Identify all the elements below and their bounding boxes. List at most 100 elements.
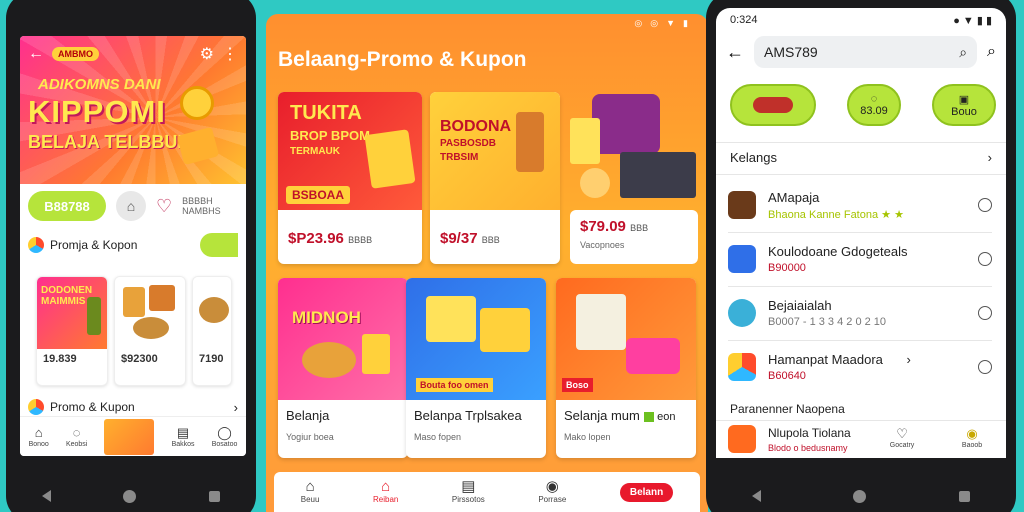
card-label: Belanpa Trplsakea	[414, 408, 522, 423]
list-item[interactable]: AMapaja Bhaona Kanne Fatona ★ ★	[728, 180, 992, 230]
promo-card[interactable]: TUKITA BROP BPOM TERMAUK BSBOAA $P23.96 …	[278, 92, 422, 264]
heart-icon: ♡	[896, 426, 908, 441]
product-box-image	[426, 296, 476, 342]
card-subtitle: Mako lopen	[564, 432, 611, 442]
nav-home-icon[interactable]	[853, 489, 867, 503]
user-icon: ◯	[217, 424, 232, 440]
filter-pill[interactable]: ◌ 83.09	[847, 84, 901, 126]
card-price: $P23.96 BBBB	[288, 230, 373, 247]
nav-recent-icon[interactable]	[958, 490, 970, 502]
banner-line3: BELAJA TELBBUK	[28, 132, 191, 152]
promo-card[interactable]: MIDNOH Belanja Yogiur boea	[278, 278, 408, 458]
home-icon: ⌂	[34, 424, 43, 440]
tab-home[interactable]: ⌂ Beuu	[301, 479, 320, 504]
center-app-panel: ◎ ◎ ▼ ▮ Belaang-Promo & Kupon TUKITA BROP B…	[266, 14, 708, 512]
basket-icon[interactable]: ⌂	[116, 191, 146, 221]
brand-logo: AMBMO	[52, 47, 99, 61]
promo-card[interactable]: Bouta foo omen Belanpa Trplsakea Maso fo…	[406, 278, 546, 458]
section-title: Kelangs	[730, 150, 777, 165]
card-subtitle: Maso fopen	[414, 432, 462, 442]
card-image-text: TUKITA	[290, 102, 362, 124]
list-item[interactable]: Koulodoane Gdogeteals B90000	[728, 234, 992, 284]
list-item[interactable]: Hamanpat Maadora › B60640	[728, 342, 992, 392]
chevron-right-icon[interactable]: ›	[988, 150, 992, 165]
tab-notes[interactable]: ▤ Bakkos	[172, 426, 195, 448]
chat-icon[interactable]	[978, 360, 992, 374]
tab-coupon[interactable]	[104, 418, 155, 455]
promo-card[interactable]: BODONA PASBOSDB TRBSIM $9/37 BBB	[430, 92, 560, 264]
bottom-tab-bar: ⌂ Beuu ⌂ Reiban ▤ Pirssotos ◉ Porrase Belann	[274, 472, 700, 512]
footer-title: Paranenner Naopena	[730, 402, 845, 416]
product-pack-image	[364, 129, 416, 189]
card-image-text: BROP BPOM	[290, 128, 370, 143]
card-image-text: MIDNOH	[292, 308, 361, 327]
search-input[interactable]: AMS789 ⌕	[754, 36, 978, 68]
banner-line1: ADIKOMNS DANI	[38, 76, 161, 93]
filter-pill[interactable]	[730, 84, 816, 126]
promo-pill-button[interactable]: Belann	[619, 482, 674, 502]
list-icon: ▤	[461, 478, 476, 495]
tab-list[interactable]: ▤ Pirssotos	[452, 478, 485, 504]
chevron-right-icon: ›	[906, 352, 911, 367]
card-price: $79.09 BBB	[580, 218, 649, 235]
coin-icon	[180, 86, 214, 120]
nav-back-icon[interactable]	[752, 490, 762, 502]
nav-back-icon[interactable]	[42, 490, 52, 502]
heart-icon[interactable]: ♡	[156, 196, 172, 217]
promo-card[interactable]: $79.09 BBB Vacopnoes	[570, 92, 698, 264]
nav-home-icon[interactable]	[123, 489, 137, 503]
search-icon[interactable]: ⌕	[959, 44, 967, 61]
chat-icon: ◌	[870, 93, 878, 105]
chat-icon[interactable]	[978, 198, 992, 212]
meat-icon	[753, 97, 793, 113]
search-icon[interactable]: ⌕	[987, 43, 996, 61]
card-label: Selanja mum eon	[564, 408, 676, 423]
side-text: BBBBH NAMBHS	[182, 196, 221, 216]
section-title: Promo & Kupon	[50, 400, 135, 414]
tab-chat[interactable]: ◉ Porrase	[538, 479, 566, 504]
chat-icon[interactable]	[978, 306, 992, 320]
promo-card[interactable]: Boso Selanja mum eon Mako lopen	[556, 278, 696, 458]
category-icon	[28, 399, 44, 415]
promo-banner[interactable]: ← AMBMO ⚙ ⋮ ADIKOMNS DANI KIPPOMI BELAJA…	[20, 36, 246, 184]
section-promo-header[interactable]: Promja & Kopon	[20, 232, 246, 258]
system-nav	[706, 474, 1016, 512]
banner-line2: KIPPOMI	[28, 94, 166, 129]
product-box-image	[362, 334, 390, 374]
product-card[interactable]: 7190	[192, 276, 232, 386]
tab-profile[interactable]: ◉ Baoob	[962, 427, 982, 449]
card-price: $9/37 BBB	[440, 230, 500, 247]
user-icon: ◉	[966, 426, 978, 441]
section-action-button[interactable]	[200, 233, 238, 257]
item-thumbnail	[728, 245, 756, 273]
product-card[interactable]: $92300	[114, 276, 186, 386]
chevron-right-icon[interactable]: ›	[234, 400, 238, 415]
chat-icon: ◌	[72, 424, 81, 440]
filter-pill[interactable]: ▣ Bouo	[932, 84, 996, 126]
card-image-text: TERMAUK	[290, 146, 340, 157]
tab-profile[interactable]: ◯ Bosatoo	[212, 426, 238, 448]
more-icon[interactable]: ⋮	[222, 44, 238, 64]
section-header[interactable]: Kelangs ›	[730, 150, 992, 165]
shop-icon: ⌂	[381, 478, 391, 495]
product-card[interactable]: DODONEN MAIMMIS 19.839	[36, 276, 108, 386]
tab-chat[interactable]: ◌ Keobsi	[66, 426, 87, 448]
tab-shop[interactable]: ⌂ Reiban	[373, 478, 398, 504]
settings-icon[interactable]: ⚙	[200, 44, 214, 64]
green-square-icon	[643, 411, 654, 422]
section-title: Promja & Kopon	[50, 238, 138, 252]
tab-home[interactable]: ⌂ Bonoo	[29, 426, 49, 448]
back-icon[interactable]: ←	[28, 45, 44, 63]
nav-recent-icon[interactable]	[208, 490, 220, 502]
product-price: 19.839	[43, 353, 77, 365]
list-item[interactable]: Bejaiaialah B0007 - 1 3 3 4 2 0 2 10	[728, 288, 992, 338]
chat-icon[interactable]	[978, 252, 992, 266]
product-box-image	[576, 294, 626, 350]
list-item[interactable]: Nlupola Tiolana Blodo o bedusnamy	[728, 420, 856, 458]
product-title: DODONEN MAIMMIS	[41, 285, 93, 307]
back-icon[interactable]: ←	[726, 42, 744, 63]
code-button[interactable]: B88788	[28, 191, 106, 221]
left-phone: ← AMBMO ⚙ ⋮ ADIKOMNS DANI KIPPOMI BELAJA…	[6, 0, 256, 512]
status-bar: ◎ ◎ ▼ ▮	[634, 18, 688, 28]
tab-favorites[interactable]: ♡ Gocatry	[890, 427, 915, 449]
